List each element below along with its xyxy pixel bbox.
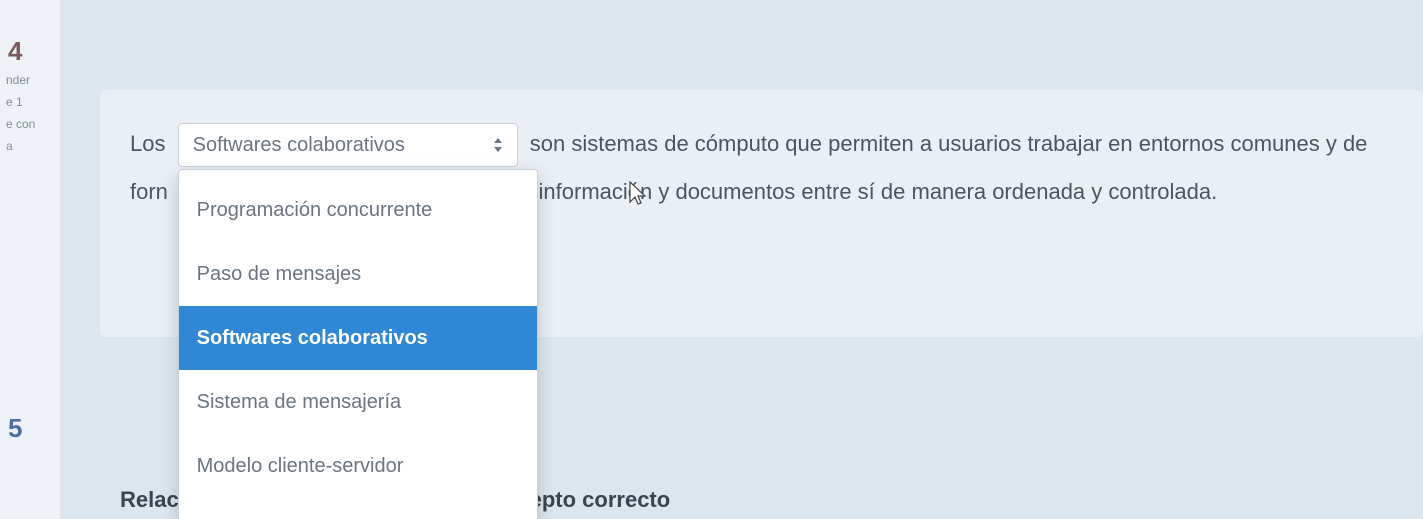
question-text-line2b: n información y documentos entre sí de m… — [520, 179, 1217, 204]
question-card: Los Softwares colaborativos Programación… — [100, 90, 1423, 337]
answer-dropdown-menu: Programación concurrente Paso de mensaje… — [178, 169, 538, 519]
question-lead: Los — [130, 131, 165, 156]
dropdown-caret-icon — [493, 138, 503, 152]
dropdown-option-4[interactable]: Modelo cliente-servidor — [179, 434, 537, 498]
dropdown-option-3[interactable]: Sistema de mensajería — [179, 370, 537, 434]
sidebar: 4 nder e 1 e con a 5 — [0, 0, 60, 519]
sidebar-line-1: e 1 — [6, 95, 54, 109]
dropdown-option-1[interactable]: Paso de mensajes — [179, 242, 537, 306]
answer-dropdown-wrap: Softwares colaborativos Programación con… — [178, 123, 518, 167]
question-number-5[interactable]: 5 — [8, 413, 54, 444]
dropdown-option-5[interactable]: Agente móvil — [179, 498, 537, 519]
answer-dropdown[interactable]: Softwares colaborativos — [178, 123, 518, 167]
question-number-4[interactable]: 4 — [8, 36, 54, 67]
sidebar-line-2: e con — [6, 117, 54, 131]
sidebar-line-3: a — [6, 139, 54, 153]
question-text-after-1: son sistemas de cómputo que permiten a u… — [530, 131, 1368, 156]
dropdown-option-0[interactable]: Programación concurrente — [179, 178, 537, 242]
dropdown-option-2[interactable]: Softwares colaborativos — [179, 306, 537, 370]
question-text-line2a: forn — [130, 179, 168, 204]
sidebar-sub-4: nder — [6, 73, 54, 87]
dropdown-selected-label: Softwares colaborativos — [193, 123, 405, 167]
